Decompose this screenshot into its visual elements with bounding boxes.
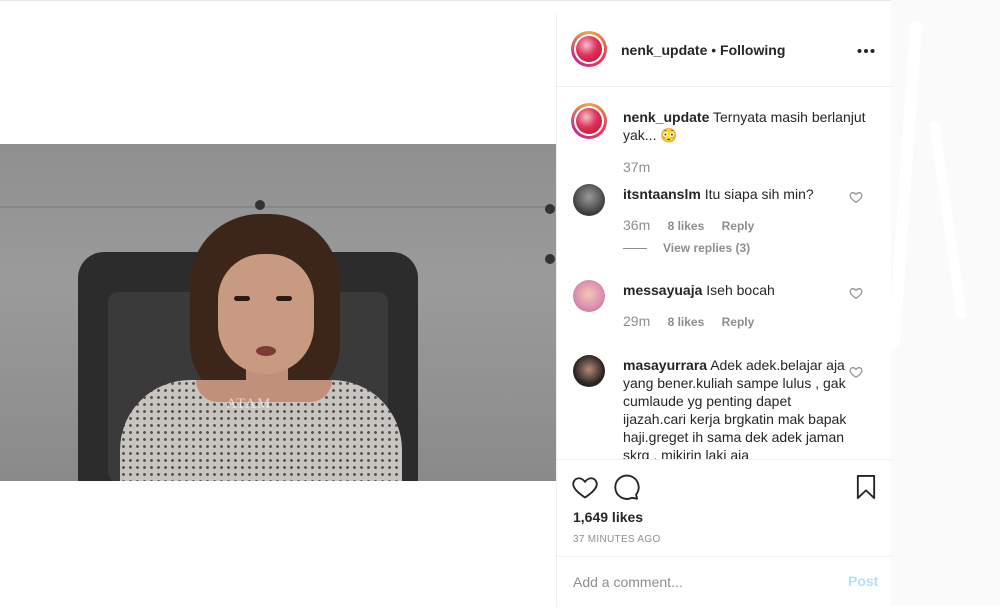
backdrop-streak — [929, 120, 967, 320]
person-face — [218, 254, 314, 374]
avatar[interactable] — [573, 355, 605, 387]
caption-time[interactable]: 37m — [623, 159, 650, 175]
comment-text: messayuaja Iseh bocah — [623, 281, 847, 299]
comment-username[interactable]: masayurrara — [623, 357, 707, 373]
header-separator: • — [711, 42, 717, 58]
heart-icon[interactable] — [849, 190, 863, 204]
avatar[interactable] — [573, 280, 605, 312]
comment-body: Itu siapa sih min? — [704, 186, 814, 202]
comment-text: masayurrara Adek adek.belajar aja yang b… — [623, 356, 847, 459]
person-eye — [234, 296, 250, 301]
comment-meta: 29m 8 likes Reply — [623, 313, 768, 329]
comment-likes[interactable]: 8 likes — [668, 315, 705, 329]
comment-time[interactable]: 29m — [623, 313, 650, 329]
header-title: nenk_update • Following — [621, 42, 785, 58]
post-video[interactable]: ATAM — [0, 144, 556, 481]
heart-icon[interactable] — [571, 473, 599, 501]
heart-icon[interactable] — [849, 286, 863, 300]
comment-icon[interactable] — [612, 473, 640, 501]
view-replies-label: View replies (3) — [663, 241, 751, 255]
avatar[interactable] — [571, 31, 607, 67]
wall-knob — [545, 204, 555, 214]
post-modal: ATAM nenk_update • Following nenk_update… — [0, 0, 891, 607]
caption-text: nenk_update Ternyata masih berlanjut yak… — [623, 108, 873, 144]
wall-seam — [0, 206, 556, 208]
more-options-icon[interactable] — [857, 38, 875, 59]
post-sidebar: nenk_update • Following nenk_update Tern… — [556, 14, 891, 607]
caption-meta: 37m — [623, 159, 664, 175]
bookmark-icon[interactable] — [852, 473, 880, 501]
comment-likes[interactable]: 8 likes — [668, 219, 705, 233]
wall-knob — [255, 200, 265, 210]
wall-knob — [545, 254, 555, 264]
likes-count[interactable]: 1,649 likes — [573, 509, 643, 525]
avatar[interactable] — [571, 103, 607, 139]
backdrop-streak — [887, 19, 923, 351]
heart-icon[interactable] — [849, 365, 863, 379]
view-replies-button[interactable]: View replies (3) — [623, 241, 750, 255]
reply-button[interactable]: Reply — [722, 219, 755, 233]
page-backdrop — [887, 0, 1000, 606]
comments-list[interactable]: nenk_update Ternyata masih berlanjut yak… — [557, 87, 891, 459]
reply-button[interactable]: Reply — [722, 315, 755, 329]
comment-username[interactable]: itsntaanslm — [623, 186, 701, 202]
person-eye — [276, 296, 292, 301]
comment-meta: 36m 8 likes Reply — [623, 217, 768, 233]
video-watermark: ATAM — [226, 396, 272, 412]
header-username[interactable]: nenk_update — [621, 42, 707, 58]
caption-username[interactable]: nenk_update — [623, 109, 709, 125]
post-header: nenk_update • Following — [557, 14, 891, 87]
person-mouth — [256, 346, 276, 356]
replies-divider — [623, 248, 647, 250]
avatar[interactable] — [573, 184, 605, 216]
comment-input[interactable] — [573, 571, 823, 593]
comment-username[interactable]: messayuaja — [623, 282, 702, 298]
post-button[interactable]: Post — [848, 573, 878, 589]
comment-text: itsntaanslm Itu siapa sih min? — [623, 185, 847, 203]
following-button[interactable]: Following — [720, 42, 785, 58]
add-comment-bar: Post — [557, 556, 891, 608]
post-actions: 1,649 likes 37 MINUTES AGO — [557, 459, 891, 560]
comment-time[interactable]: 36m — [623, 217, 650, 233]
post-timestamp[interactable]: 37 MINUTES AGO — [573, 534, 661, 545]
comment-body: Iseh bocah — [706, 282, 775, 298]
